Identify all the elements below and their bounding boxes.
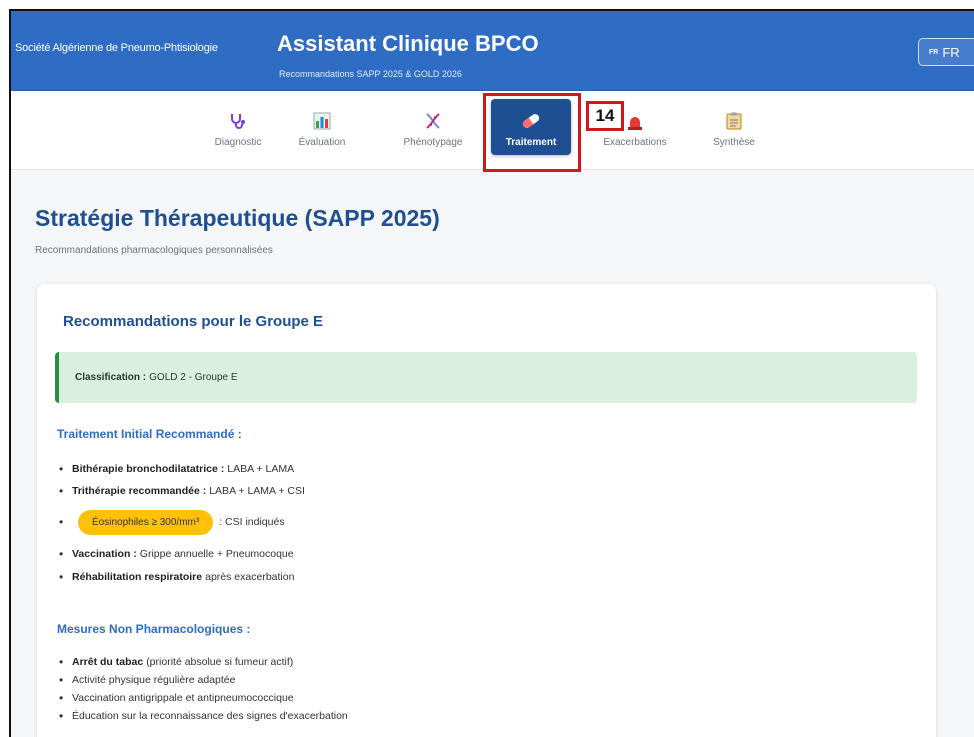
item-text: : CSI indiqués [219, 516, 285, 528]
classification-label: Classification : [75, 372, 147, 383]
dna-icon [423, 111, 443, 131]
step-marker: 14 [586, 101, 624, 131]
tab-label: Diagnostic [214, 137, 262, 148]
classification-value: GOLD 2 - Groupe E [149, 372, 238, 383]
initial-treatment-heading: Traitement Initial Recommandé : [57, 427, 242, 441]
language-label: FR [942, 44, 960, 60]
highlight-box [483, 93, 581, 172]
item-text: LABA + LAMA + CSI [209, 485, 305, 497]
eosinophils-badge: Éosinophiles ≥ 300/mm³ [78, 509, 214, 535]
item-bold: Trithérapie recommandée : [72, 485, 207, 497]
tab-label: Phénotypage [403, 137, 463, 148]
stethoscope-icon [228, 111, 248, 131]
list-item: Vaccination antigrippale et antipneumoco… [57, 689, 348, 707]
app-header: Société Algérienne de Pneumo-Phtisiologi… [11, 11, 974, 91]
tab-label: Évaluation [298, 137, 346, 148]
list-item: Trithérapie recommandée : LABA + LAMA + … [57, 480, 305, 502]
non-pharmacological-heading: Mesures Non Pharmacologiques : [57, 622, 251, 636]
classification-alert: Classification : GOLD 2 - Groupe E [55, 352, 917, 403]
tab-diagnostic[interactable]: Diagnostic [198, 99, 278, 155]
card-title: Recommandations pour le Groupe E [63, 313, 324, 330]
item-text: après exacerbation [205, 571, 295, 583]
app-title: Assistant Clinique BPCO [277, 31, 539, 56]
organization-name: Société Algérienne de Pneumo-Phtisiologi… [15, 42, 218, 54]
tab-evaluation[interactable]: Évaluation [282, 99, 362, 155]
item-text: Éducation sur la reconnaissance des sign… [72, 710, 348, 722]
tab-synthese[interactable]: Synthèse [694, 99, 774, 155]
page-title: Stratégie Thérapeutique (SAPP 2025) [35, 205, 440, 231]
item-bold: Réhabilitation respiratoire [72, 571, 203, 583]
flag-icon: FR [929, 48, 939, 56]
clipboard-icon [726, 111, 742, 131]
item-bold: Arrêt du tabac [72, 656, 144, 668]
list-item: Activité physique régulière adaptée [57, 671, 348, 689]
page-subtitle: Recommandations pharmacologiques personn… [35, 245, 273, 256]
item-bold: Vaccination : [72, 548, 137, 560]
list-item: Bithérapie bronchodilatatrice : LABA + L… [57, 458, 305, 480]
item-text: LABA + LAMA [227, 463, 295, 475]
non-pharmacological-list: Arrêt du tabac (priorité absolue si fume… [57, 653, 348, 725]
initial-treatment-list: Bithérapie bronchodilatatrice : LABA + L… [57, 458, 305, 588]
item-text: Grippe annuelle + Pneumocoque [139, 548, 294, 560]
app-window: Société Algérienne de Pneumo-Phtisiologi… [9, 9, 974, 737]
item-text: Vaccination antigrippale et antipneumoco… [72, 692, 294, 704]
tab-label: Exacerbations [603, 137, 667, 148]
chart-icon [313, 111, 331, 131]
item-bold: Bithérapie bronchodilatatrice : [72, 463, 225, 475]
list-item: Réhabilitation respiratoire après exacer… [57, 566, 305, 588]
tab-label: Synthèse [713, 137, 755, 148]
item-text: (priorité absolue si fumeur actif) [146, 656, 294, 668]
app-subtitle: Recommandations SAPP 2025 & GOLD 2026 [279, 69, 462, 79]
list-item: Vaccination : Grippe annuelle + Pneumoco… [57, 542, 305, 566]
alarm-icon [627, 111, 643, 131]
list-item: Arrêt du tabac (priorité absolue si fume… [57, 653, 348, 671]
recommendation-card: Recommandations pour le Groupe E Classif… [37, 284, 936, 737]
language-button[interactable]: FR FR [918, 38, 974, 66]
item-text: Activité physique régulière adaptée [72, 674, 236, 686]
list-item: Éducation sur la reconnaissance des sign… [57, 707, 348, 725]
tab-phenotypage[interactable]: Phénotypage [393, 99, 473, 155]
list-item: Éosinophiles ≥ 300/mm³ : CSI indiqués [57, 502, 305, 542]
